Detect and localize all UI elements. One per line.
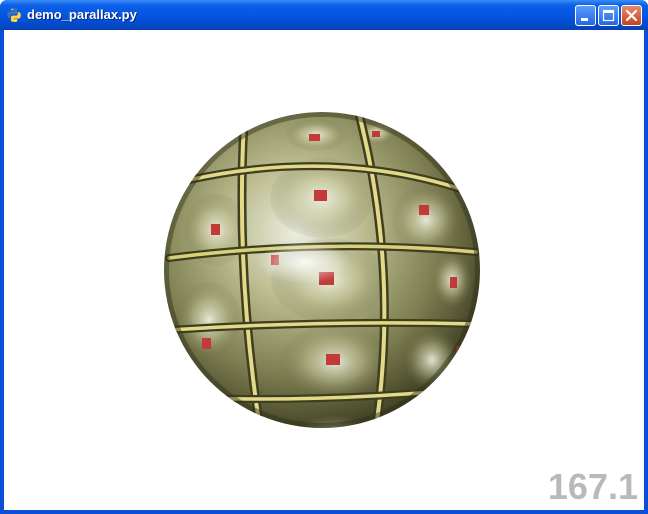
render-viewport[interactable]: 167.1 [4, 30, 644, 510]
maximize-button[interactable] [598, 5, 619, 26]
sphere-scene[interactable] [4, 30, 644, 510]
python-icon[interactable] [6, 7, 22, 23]
maximize-icon [602, 9, 615, 22]
fps-counter: 167.1 [547, 466, 638, 507]
title-bar[interactable]: demo_parallax.py [0, 0, 648, 30]
window-title: demo_parallax.py [27, 7, 137, 22]
minimize-button[interactable] [575, 5, 596, 26]
close-button[interactable] [621, 5, 642, 26]
minimize-icon [581, 18, 588, 21]
close-icon [625, 9, 638, 22]
specular-highlight [258, 240, 350, 284]
app-window: demo_parallax.py 167.1 [0, 0, 648, 514]
sphere [164, 112, 480, 428]
